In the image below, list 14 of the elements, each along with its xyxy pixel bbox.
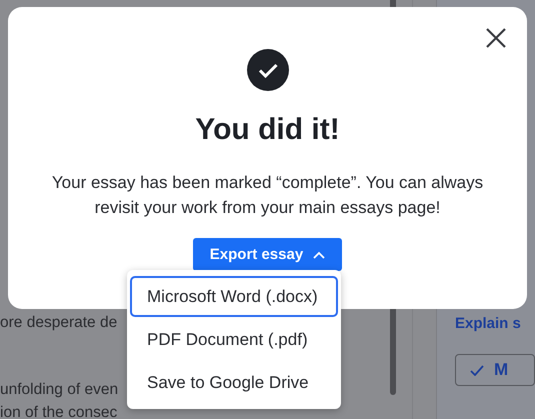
check-circle-icon — [246, 49, 288, 91]
body-text: ion of the consec — [0, 403, 118, 419]
dialog-message: Your essay has been marked “complete”. You can always revisit your work from your main essays page! — [50, 172, 484, 219]
menu-item[interactable]: Microsoft Word (.docx) — [130, 276, 338, 317]
caret-icon — [313, 250, 326, 258]
dialog-title: You did it! — [195, 112, 340, 148]
close-button[interactable] — [485, 27, 507, 49]
body-text: unfolding of even — [0, 380, 118, 400]
check-icon — [470, 364, 484, 376]
body-text: ore desperate de — [0, 313, 118, 333]
export-button[interactable]: Export essay — [193, 238, 342, 271]
close-icon — [485, 27, 507, 49]
menu-item[interactable]: PDF Document (.pdf) — [130, 319, 338, 360]
menu-item[interactable]: Save to Google Drive — [130, 362, 338, 403]
